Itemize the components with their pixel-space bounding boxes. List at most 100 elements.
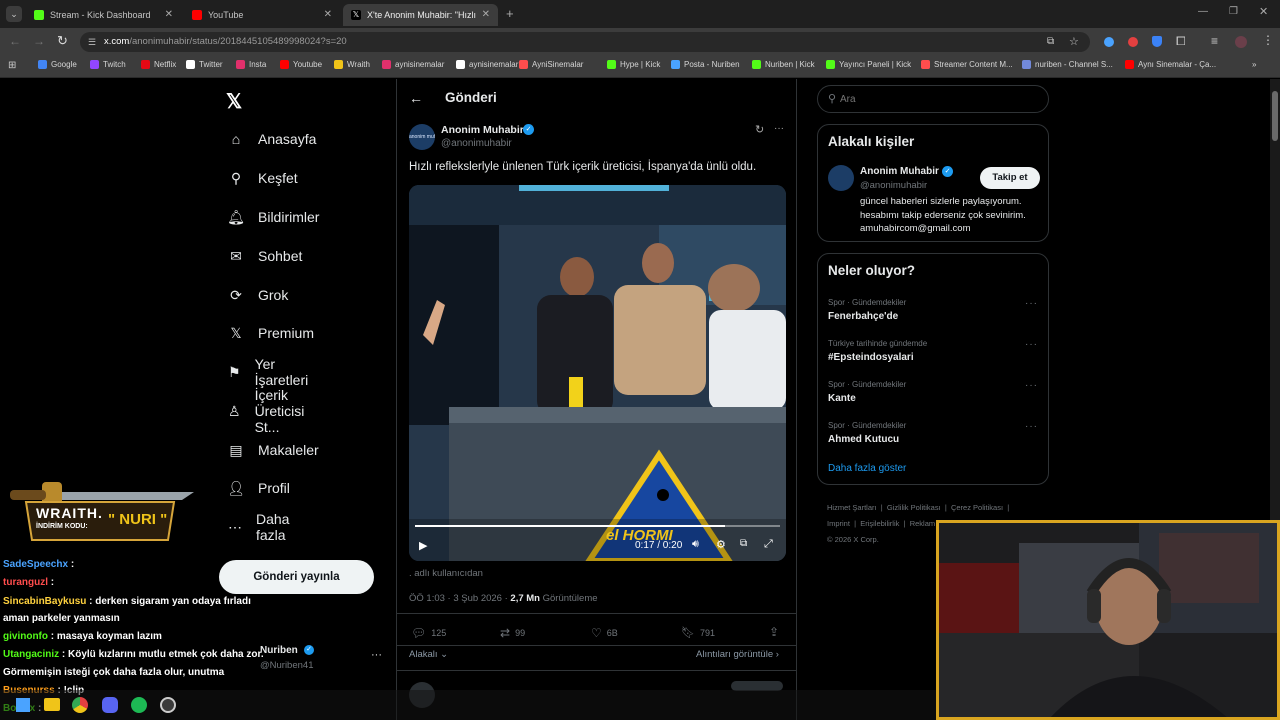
reply-button[interactable]: 💬︎ 125: [411, 626, 446, 640]
apps-grid-icon[interactable]: ⊞: [8, 60, 16, 71]
nav-chat[interactable]: ✉ Sohbet: [228, 244, 302, 268]
nav-home[interactable]: ⌂ Anasayfa: [228, 127, 317, 151]
grok-icon[interactable]: ↻: [755, 123, 764, 136]
more-icon[interactable]: ···: [1025, 380, 1038, 391]
footer-link[interactable]: Hizmet Şartları: [827, 503, 877, 512]
follow-button[interactable]: Takip et: [980, 167, 1040, 189]
more-icon[interactable]: ···: [371, 649, 382, 661]
close-icon[interactable]: ✕: [324, 9, 332, 20]
maximize-button[interactable]: ❐: [1229, 6, 1238, 17]
more-icon[interactable]: ···: [1025, 298, 1038, 309]
person-name[interactable]: Anonim Muhabir: [860, 166, 939, 177]
post-timestamp[interactable]: ÖÖ 1:03 · 3 Şub 2026 ·: [409, 593, 508, 604]
profile-icon[interactable]: [1235, 36, 1247, 48]
close-icon[interactable]: ✕: [482, 9, 490, 20]
volume-icon[interactable]: 🔊︎: [692, 538, 699, 551]
more-icon[interactable]: ···: [1025, 339, 1038, 350]
forward-arrow-icon[interactable]: →: [33, 34, 45, 48]
author-avatar[interactable]: anonim muhabir: [409, 124, 435, 150]
address-bar[interactable]: ☰ x.com/anonimuhabir/status/201844510548…: [80, 32, 1090, 52]
more-icon[interactable]: ···: [774, 123, 784, 134]
extensions-puzzle-icon[interactable]: ⧠: [1176, 34, 1186, 49]
spotify-icon[interactable]: [131, 697, 147, 713]
trend-item[interactable]: Spor · Gündemdekiler Ahmed Kutucu ···: [828, 421, 1040, 453]
nav-profile[interactable]: 👤︎ Profil: [227, 476, 290, 500]
nav-more[interactable]: ⋯ Daha fazla: [228, 511, 291, 543]
bookmark-item[interactable]: Youtube: [280, 60, 322, 69]
file-explorer-icon[interactable]: [44, 698, 60, 711]
person-handle[interactable]: @anonimuhabir: [860, 180, 927, 191]
tab-x-post[interactable]: 𝕏 X'te Anonim Muhabir: "Hızlı refl ✕: [343, 4, 498, 26]
post-button[interactable]: Gönderi yayınla: [219, 560, 374, 594]
windows-start-icon[interactable]: [16, 698, 30, 712]
show-more-link[interactable]: Daha fazla göster: [828, 463, 906, 474]
nav-creator-studio[interactable]: ♙ İçerik Üreticisi St...: [228, 387, 308, 435]
close-icon[interactable]: ✕: [165, 9, 173, 20]
author-handle[interactable]: @anonimuhabir: [441, 138, 512, 149]
fullscreen-icon[interactable]: ⤢: [764, 538, 773, 551]
footer-link[interactable]: Erişilebilirlik: [860, 519, 899, 528]
video-source[interactable]: . adlı kullanıcıdan: [409, 568, 483, 579]
steam-icon[interactable]: [160, 697, 176, 713]
share-icon[interactable]: ⇪: [769, 625, 779, 639]
new-tab-button[interactable]: +: [506, 6, 514, 21]
bookmark-item[interactable]: Streamer Content M...: [921, 60, 1013, 69]
trend-item[interactable]: Türkiye tarihinde gündemde #Epsteindosyal…: [828, 339, 1040, 371]
footer-link[interactable]: Imprint: [827, 519, 850, 528]
minimize-button[interactable]: —: [1198, 6, 1208, 17]
bookmark-item[interactable]: Google: [38, 60, 77, 69]
bookmark-item[interactable]: Hype | Kick: [607, 60, 660, 69]
bookmark-item[interactable]: Insta: [236, 60, 266, 69]
view-quotes-link[interactable]: Alıntıları görüntüle ›: [696, 649, 779, 660]
nav-grok[interactable]: ⟳ Grok: [228, 283, 288, 307]
bookmark-item[interactable]: Nuriben | Kick: [752, 60, 815, 69]
bookmark-item[interactable]: Yayıncı Paneli | Kick: [826, 60, 911, 69]
nav-explore[interactable]: ⚲ Keşfet: [228, 166, 298, 190]
search-input[interactable]: [840, 91, 1030, 107]
bookmark-item[interactable]: Twitter: [186, 60, 223, 69]
bookmark-button[interactable]: 🔖︎ 791: [681, 626, 715, 639]
site-info-icon[interactable]: ☰: [88, 32, 96, 52]
bookmark-item[interactable]: Aynı Sinemalar - Ça...: [1125, 60, 1216, 69]
nav-premium[interactable]: 𝕏 Premium: [228, 321, 314, 345]
person-avatar[interactable]: [828, 165, 854, 191]
tab-youtube[interactable]: YouTube ✕: [184, 4, 340, 26]
extension-icon[interactable]: [1104, 37, 1114, 47]
bookmarks-overflow-icon[interactable]: »: [1252, 60, 1256, 69]
bookmark-item[interactable]: Posta - Nuriben: [671, 60, 740, 69]
video-progress-track[interactable]: [415, 525, 780, 527]
author-name[interactable]: Anonim Muhabir: [441, 124, 524, 136]
reload-icon[interactable]: ↻: [57, 33, 68, 49]
x-logo-icon[interactable]: 𝕏: [226, 89, 242, 114]
bookmark-item[interactable]: Wraith: [334, 60, 370, 69]
window-close-button[interactable]: ✕: [1259, 5, 1268, 18]
more-icon[interactable]: ···: [1025, 421, 1038, 432]
nav-notifications[interactable]: 🔔︎ Bildirimler: [227, 205, 319, 229]
menu-icon[interactable]: ⋮: [1262, 33, 1274, 47]
chrome-icon[interactable]: [72, 697, 88, 713]
nav-bookmarks[interactable]: ⚑ Yer İşaretleri: [228, 356, 312, 388]
trend-item[interactable]: Spor · Gündemdekiler Fenerbahçe'de ···: [828, 298, 1040, 330]
back-arrow-icon[interactable]: ←: [409, 90, 423, 106]
extension-icon[interactable]: [1128, 37, 1138, 47]
repost-button[interactable]: ⇄ 99: [500, 626, 525, 640]
bookmark-item[interactable]: nuriben - Channel S...: [1022, 60, 1113, 69]
pip-icon[interactable]: ⧉: [740, 538, 747, 549]
tab-search-button[interactable]: ⌄: [6, 6, 22, 22]
back-arrow-icon[interactable]: ←: [9, 34, 21, 48]
media-icon[interactable]: ≡: [1211, 34, 1218, 48]
discord-icon[interactable]: [102, 697, 118, 713]
bookmark-item[interactable]: Twitch: [90, 60, 126, 69]
settings-gear-icon[interactable]: ⚙: [716, 538, 726, 551]
like-button[interactable]: ♡ 6B: [591, 626, 618, 640]
nav-articles[interactable]: ▤ Makaleler: [228, 438, 318, 462]
scrollbar-thumb[interactable]: [1272, 91, 1278, 141]
bookmark-item[interactable]: aynisinemalar: [456, 60, 518, 69]
trend-item[interactable]: Spor · Gündemdekiler Kante ···: [828, 380, 1040, 412]
bookmark-star-icon[interactable]: ☆: [1069, 32, 1079, 52]
play-icon[interactable]: ▶: [419, 539, 427, 552]
footer-link[interactable]: Gizlilik Politikası: [887, 503, 941, 512]
search-box[interactable]: ⚲: [817, 85, 1049, 113]
video-player[interactable]: el HORMI ▶ 0:17 / 0:20 🔊︎ ⚙ ⧉ ⤢: [409, 185, 786, 561]
install-icon[interactable]: ⧉: [1047, 32, 1054, 52]
